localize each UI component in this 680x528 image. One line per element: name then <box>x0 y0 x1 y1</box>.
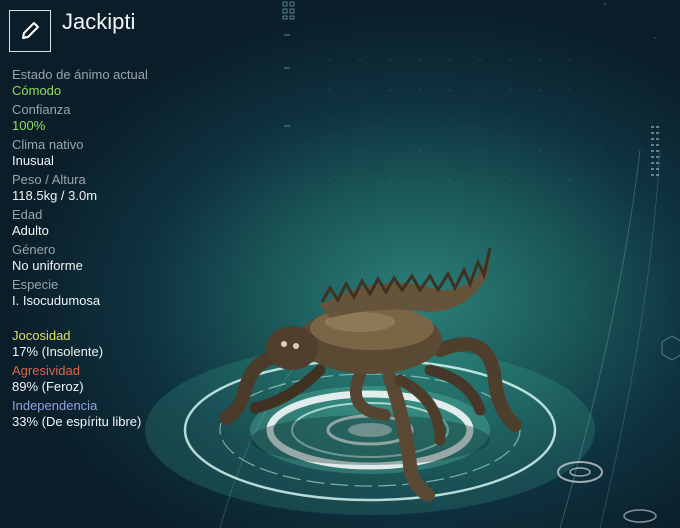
stat-climate: Clima nativo Inusual <box>12 137 232 169</box>
right-gauge <box>651 126 659 176</box>
stat-species: Especie I. Isocudumosa <box>12 277 232 309</box>
trait-independence: Independencia 33% (De espíritu libre) <box>12 398 232 430</box>
stat-label: Edad <box>12 207 43 222</box>
stat-label: Confianza <box>12 102 71 117</box>
stat-label: Estado de ánimo actual <box>12 67 148 82</box>
stat-mood: Estado de ánimo actual Cómodo <box>12 67 232 99</box>
creature-viewer: Jackipti Estado de ánimo actual Cómodo C… <box>0 0 680 528</box>
hud-marks <box>282 1 295 127</box>
dot-grid <box>329 2 656 181</box>
hexagon-marker <box>661 335 680 361</box>
stat-label: Clima nativo <box>12 137 84 152</box>
stat-value: 118.5kg / 3.0m <box>12 188 98 203</box>
stat-age: Edad Adulto <box>12 207 232 239</box>
stat-gender: Género No uniforme <box>12 242 232 274</box>
trait-aggression: Agresividad 89% (Feroz) <box>12 363 232 395</box>
stat-value: 100% <box>12 118 46 133</box>
pencil-icon <box>22 22 39 39</box>
trait-label: Agresividad <box>12 363 80 378</box>
stat-label: Género <box>12 242 56 257</box>
stat-label: Especie <box>12 277 59 292</box>
trait-label: Jocosidad <box>12 328 71 343</box>
stat-label: Peso / Altura <box>12 172 86 187</box>
trait-value: 17% (Insolente) <box>12 344 104 359</box>
creature-stats: Estado de ánimo actual Cómodo Confianza … <box>12 67 232 433</box>
stat-value: Inusual <box>12 153 54 168</box>
stat-weight-height: Peso / Altura 118.5kg / 3.0m <box>12 172 232 204</box>
stat-trust: Confianza 100% <box>12 102 232 134</box>
trait-playfulness: Jocosidad 17% (Insolente) <box>12 328 232 360</box>
creature-name: Jackipti <box>62 9 136 34</box>
trait-value: 33% (De espíritu libre) <box>12 414 142 429</box>
edit-name-button[interactable] <box>9 10 51 52</box>
stat-value: Cómodo <box>12 83 62 98</box>
stat-value: I. Isocudumosa <box>12 293 101 308</box>
stat-value: No uniforme <box>12 258 83 273</box>
trait-label: Independencia <box>12 398 98 413</box>
trait-value: 89% (Feroz) <box>12 379 84 394</box>
stat-value: Adulto <box>12 223 49 238</box>
